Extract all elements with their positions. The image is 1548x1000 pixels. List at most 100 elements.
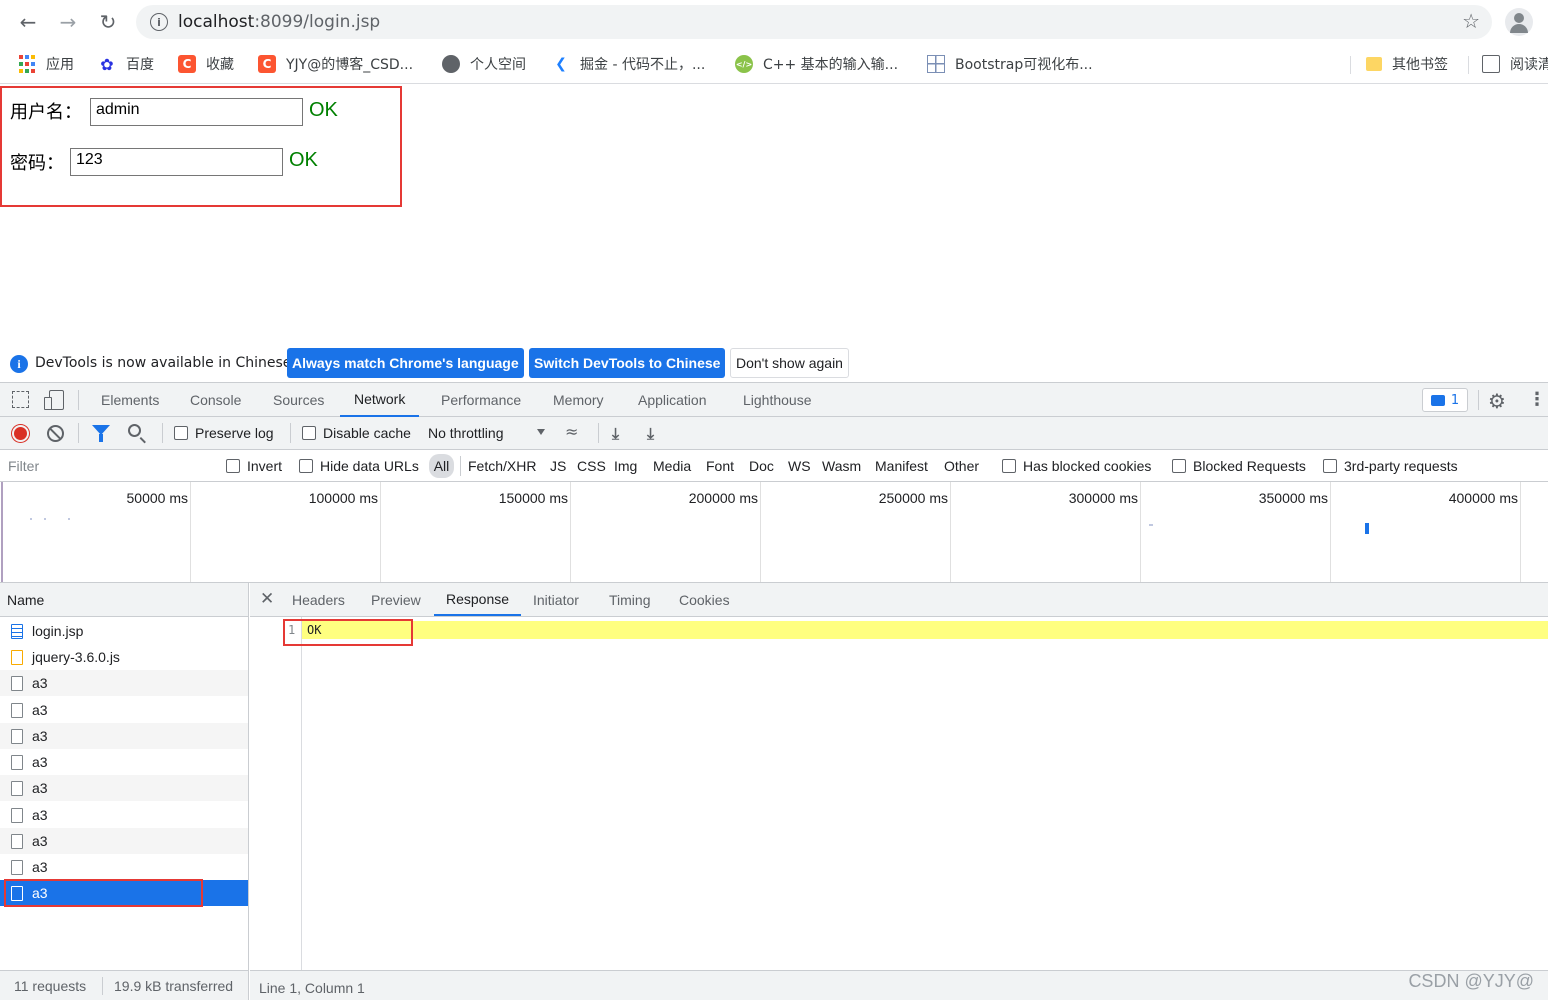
network-toolbar: Preserve log Disable cache No throttling… [0,417,1548,450]
timeline-gridline [950,482,951,582]
close-icon[interactable]: ✕ [260,589,274,609]
toolbar-divider [1478,390,1479,410]
type-filter-other[interactable]: Other [944,458,979,474]
search-icon[interactable] [128,424,141,437]
switch-chinese-button[interactable]: Switch DevTools to Chinese [529,348,726,378]
issues-counter[interactable]: 1 [1422,388,1468,412]
tab-console[interactable]: Console [176,383,255,417]
tab-timing[interactable]: Timing [597,583,663,616]
timeline-gridline [1330,482,1331,582]
type-filter-ws[interactable]: WS [788,458,811,474]
type-filter-js[interactable]: JS [550,458,566,474]
type-filter-fetch-xhr[interactable]: Fetch/XHR [468,458,536,474]
document-file-icon [11,623,23,639]
profile-avatar-icon[interactable] [1505,8,1533,36]
bookmark-baidu[interactable]: ✿ 百度 [98,54,154,74]
tab-elements[interactable]: Elements [87,383,173,417]
type-filter-manifest[interactable]: Manifest [875,458,928,474]
tab-cookies[interactable]: Cookies [667,583,742,616]
network-conditions-icon[interactable]: ≈ [565,422,578,441]
inspect-element-icon[interactable] [12,391,29,408]
hide-data-urls-checkbox[interactable] [299,459,313,473]
tab-headers[interactable]: Headers [280,583,357,616]
type-filter-img[interactable]: Img [614,458,637,474]
bookmark-cpp[interactable]: </> C++ 基本的输入输... [735,54,898,74]
bookmark-juejin[interactable]: ❮ 掘金 - 代码不止，... [552,54,705,74]
chevron-down-icon[interactable] [537,429,545,435]
password-label: 密码： [10,153,64,174]
has-blocked-cookies-checkbox[interactable] [1002,459,1016,473]
bookmark-favorites[interactable]: C 收藏 [178,54,234,74]
third-party-checkbox[interactable] [1323,459,1337,473]
tab-response[interactable]: Response [434,583,522,616]
record-icon[interactable] [12,425,29,442]
request-row[interactable]: a3 [0,723,248,749]
request-row[interactable]: a3 [0,775,248,801]
type-filter-all[interactable]: All [429,454,454,478]
network-overview-timeline[interactable]: 50000 ms 100000 ms 150000 ms 200000 ms 2… [0,482,1548,583]
dont-show-again-button[interactable]: Don't show again [730,348,849,378]
forward-arrow-icon[interactable]: → [52,6,84,38]
devtools-tab-bar: Elements Console Sources Network Perform… [0,382,1548,417]
tab-network[interactable]: Network [340,383,420,417]
bookmark-other[interactable]: 其他书签 [1366,54,1448,74]
bookmark-reading-list[interactable]: 阅读清 [1482,54,1548,74]
match-language-button[interactable]: Always match Chrome's language [287,348,524,378]
request-row[interactable]: a3 [0,854,248,880]
request-detail-panel: ✕ Headers Preview Response Initiator Tim… [250,583,1548,970]
filter-input[interactable]: Filter [2,454,210,478]
bookmark-apps[interactable]: 应用 [18,54,74,74]
invert-checkbox[interactable] [226,459,240,473]
request-row[interactable]: jquery-3.6.0.js [0,644,248,670]
import-har-icon[interactable]: ⤓ [612,424,619,444]
request-row[interactable]: a3 [0,802,248,828]
type-filter-doc[interactable]: Doc [749,458,774,474]
device-toolbar-icon[interactable] [44,390,64,410]
request-row[interactable]: a3 [0,670,248,696]
site-info-icon[interactable]: i [150,13,168,31]
username-input[interactable]: admin [90,98,303,126]
tab-sources[interactable]: Sources [259,383,338,417]
current-line-highlight [302,621,1548,639]
type-filter-media[interactable]: Media [653,458,691,474]
type-filter-css[interactable]: CSS [577,458,606,474]
tab-initiator[interactable]: Initiator [521,583,591,616]
request-row[interactable]: a3 [0,828,248,854]
timeline-tick-label: 150000 ms [498,490,568,506]
tab-application[interactable]: Application [624,383,721,417]
name-column-header[interactable]: Name [0,583,248,617]
settings-gear-icon[interactable]: ⚙ [1488,389,1506,413]
globe-icon [442,55,460,73]
export-har-icon[interactable]: ⤓ [647,424,654,444]
bookmark-star-icon[interactable]: ☆ [1462,9,1480,33]
request-count: 11 requests [14,978,87,994]
file-icon [11,702,23,718]
tab-memory[interactable]: Memory [539,383,618,417]
status-divider [102,977,103,995]
type-filter-font[interactable]: Font [706,458,734,474]
bookmark-blog[interactable]: C YJY@的博客_CSD... [258,54,413,74]
request-row[interactable]: a3 [0,749,248,775]
tab-lighthouse[interactable]: Lighthouse [729,383,826,417]
reload-icon[interactable]: ↻ [92,6,124,38]
baidu-paw-icon: ✿ [100,54,114,74]
bookmark-personal-space[interactable]: 个人空间 [442,54,526,74]
throttling-select[interactable]: No throttling [428,425,503,441]
invert-label: Invert [247,458,283,474]
file-icon [11,859,23,875]
request-row[interactable]: login.jsp [0,618,248,644]
bookmark-bootstrap[interactable]: Bootstrap可视化布... [927,54,1093,74]
blocked-requests-checkbox[interactable] [1172,459,1186,473]
address-bar[interactable]: i localhost:8099/login.jsp ☆ [136,5,1492,39]
more-options-icon[interactable]: ⋮ [1528,389,1546,410]
password-input[interactable]: 123 [70,148,283,176]
request-row[interactable]: a3 [0,697,248,723]
preserve-log-checkbox[interactable] [174,426,188,440]
disable-cache-checkbox[interactable] [302,426,316,440]
tab-performance[interactable]: Performance [427,383,535,417]
clear-icon[interactable] [47,425,64,442]
type-filter-wasm[interactable]: Wasm [822,458,861,474]
tab-preview[interactable]: Preview [359,583,433,616]
filter-icon[interactable] [92,425,110,442]
back-arrow-icon[interactable]: ← [12,6,44,38]
